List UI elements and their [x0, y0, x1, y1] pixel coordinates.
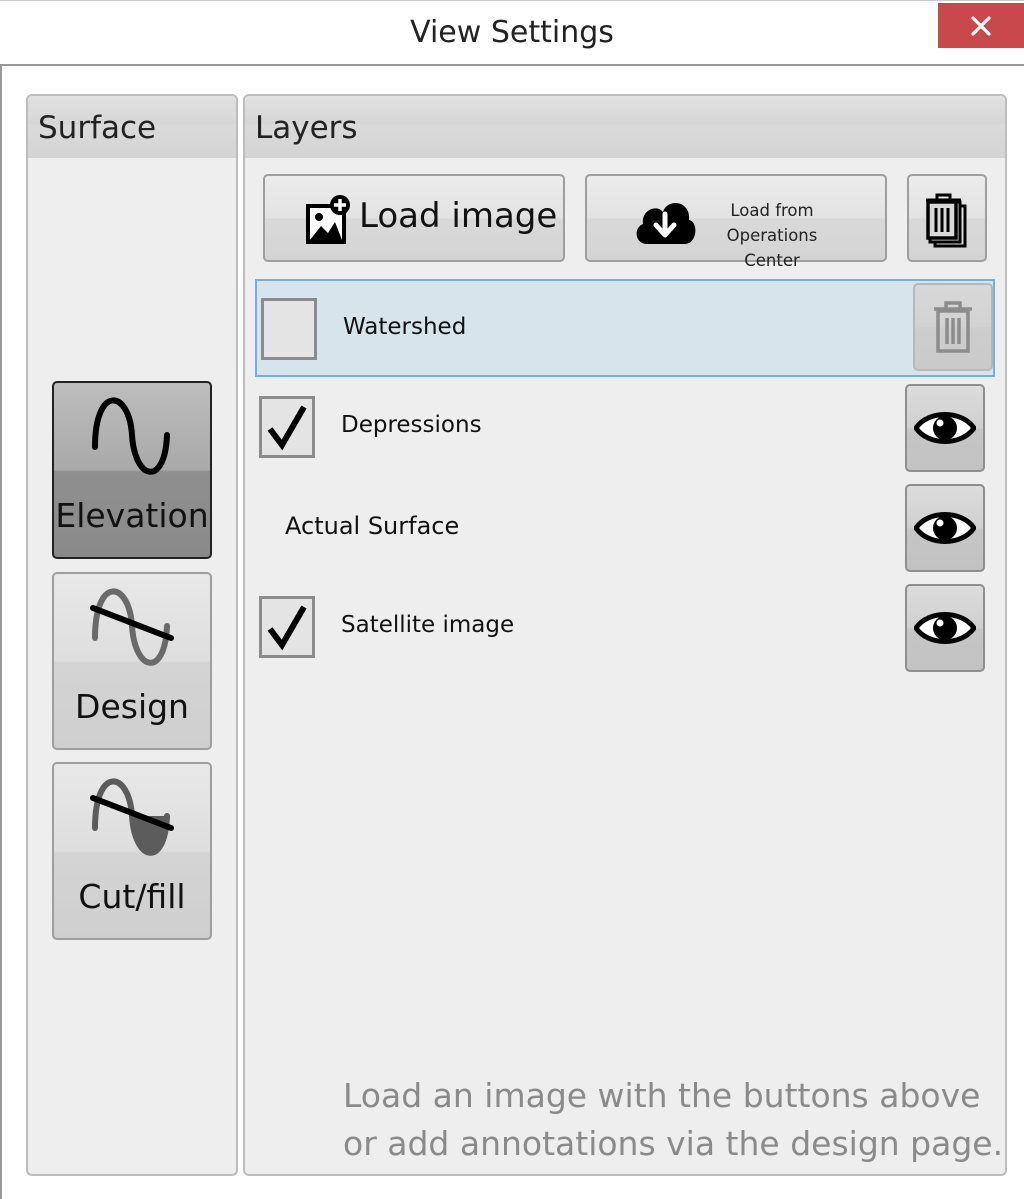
- load-image-label: Load image: [359, 196, 558, 236]
- delete-all-layers-button[interactable]: [907, 174, 987, 262]
- eye-icon: [914, 612, 976, 644]
- toggle-visibility-button[interactable]: [905, 484, 985, 572]
- add-image-icon: [306, 195, 350, 244]
- toggle-visibility-button[interactable]: [905, 584, 985, 672]
- eye-icon: [914, 512, 976, 544]
- elevation-wave-icon: [92, 397, 170, 475]
- layer-row-actual-surface[interactable]: Actual Surface: [255, 479, 995, 577]
- surface-header: Surface: [28, 96, 236, 158]
- delete-icon: [934, 301, 972, 353]
- elevation-label: Elevation: [55, 496, 209, 535]
- layer-row-depressions[interactable]: Depressions: [255, 379, 995, 477]
- delete-all-icon: [926, 193, 967, 248]
- ops-label-line1: Load from: [730, 201, 814, 220]
- layer-label-depressions: Depressions: [341, 412, 482, 438]
- dialog-body: Surface Elevation Design Cut/fill Layers…: [0, 66, 1024, 1199]
- design-wave-icon: [90, 588, 174, 666]
- load-from-operations-center-label: Load from Operations Center: [699, 198, 845, 273]
- layers-panel: Layers Load image Load from Operations C…: [243, 94, 1007, 1176]
- cutfill-button[interactable]: Cut/fill: [52, 762, 212, 940]
- cloud-download-icon: [636, 202, 696, 244]
- elevation-button[interactable]: Elevation: [52, 381, 212, 559]
- surface-panel: Surface Elevation Design Cut/fill: [26, 94, 238, 1176]
- layers-header: Layers: [245, 96, 1005, 158]
- depressions-checkbox[interactable]: [259, 396, 315, 458]
- layer-row-satellite-image[interactable]: Satellite image: [255, 579, 995, 677]
- title-bar: View Settings: [0, 0, 1024, 66]
- satellite-image-checkbox[interactable]: [259, 596, 315, 658]
- layer-label-actual-surface: Actual Surface: [285, 512, 460, 540]
- cutfill-label: Cut/fill: [78, 877, 186, 916]
- checkmark-icon: [267, 405, 307, 451]
- close-icon: [971, 15, 991, 36]
- hint-line-1: Load an image with the buttons above: [343, 1076, 981, 1115]
- delete-layer-button[interactable]: [913, 283, 993, 371]
- watershed-checkbox[interactable]: [261, 298, 317, 360]
- hint-line-2: or add annotations via the design page.: [343, 1124, 1004, 1163]
- design-button[interactable]: Design: [52, 572, 212, 750]
- close-button[interactable]: [938, 3, 1024, 48]
- layer-row-watershed[interactable]: Watershed: [255, 279, 995, 377]
- eye-icon: [914, 412, 976, 444]
- load-from-operations-center-button[interactable]: Load from Operations Center: [585, 174, 887, 270]
- empty-state-hint: Load an image with the buttons above or …: [343, 1072, 1003, 1168]
- load-image-button[interactable]: Load image: [263, 174, 565, 262]
- design-label: Design: [75, 687, 189, 726]
- checkmark-icon: [267, 605, 307, 651]
- window-title: View Settings: [410, 15, 614, 50]
- layer-label-watershed: Watershed: [343, 314, 467, 340]
- toggle-visibility-button[interactable]: [905, 384, 985, 472]
- ops-label-line2: Operations Center: [726, 226, 818, 270]
- cutfill-wave-icon: [90, 778, 174, 856]
- layer-label-satellite-image: Satellite image: [341, 612, 515, 638]
